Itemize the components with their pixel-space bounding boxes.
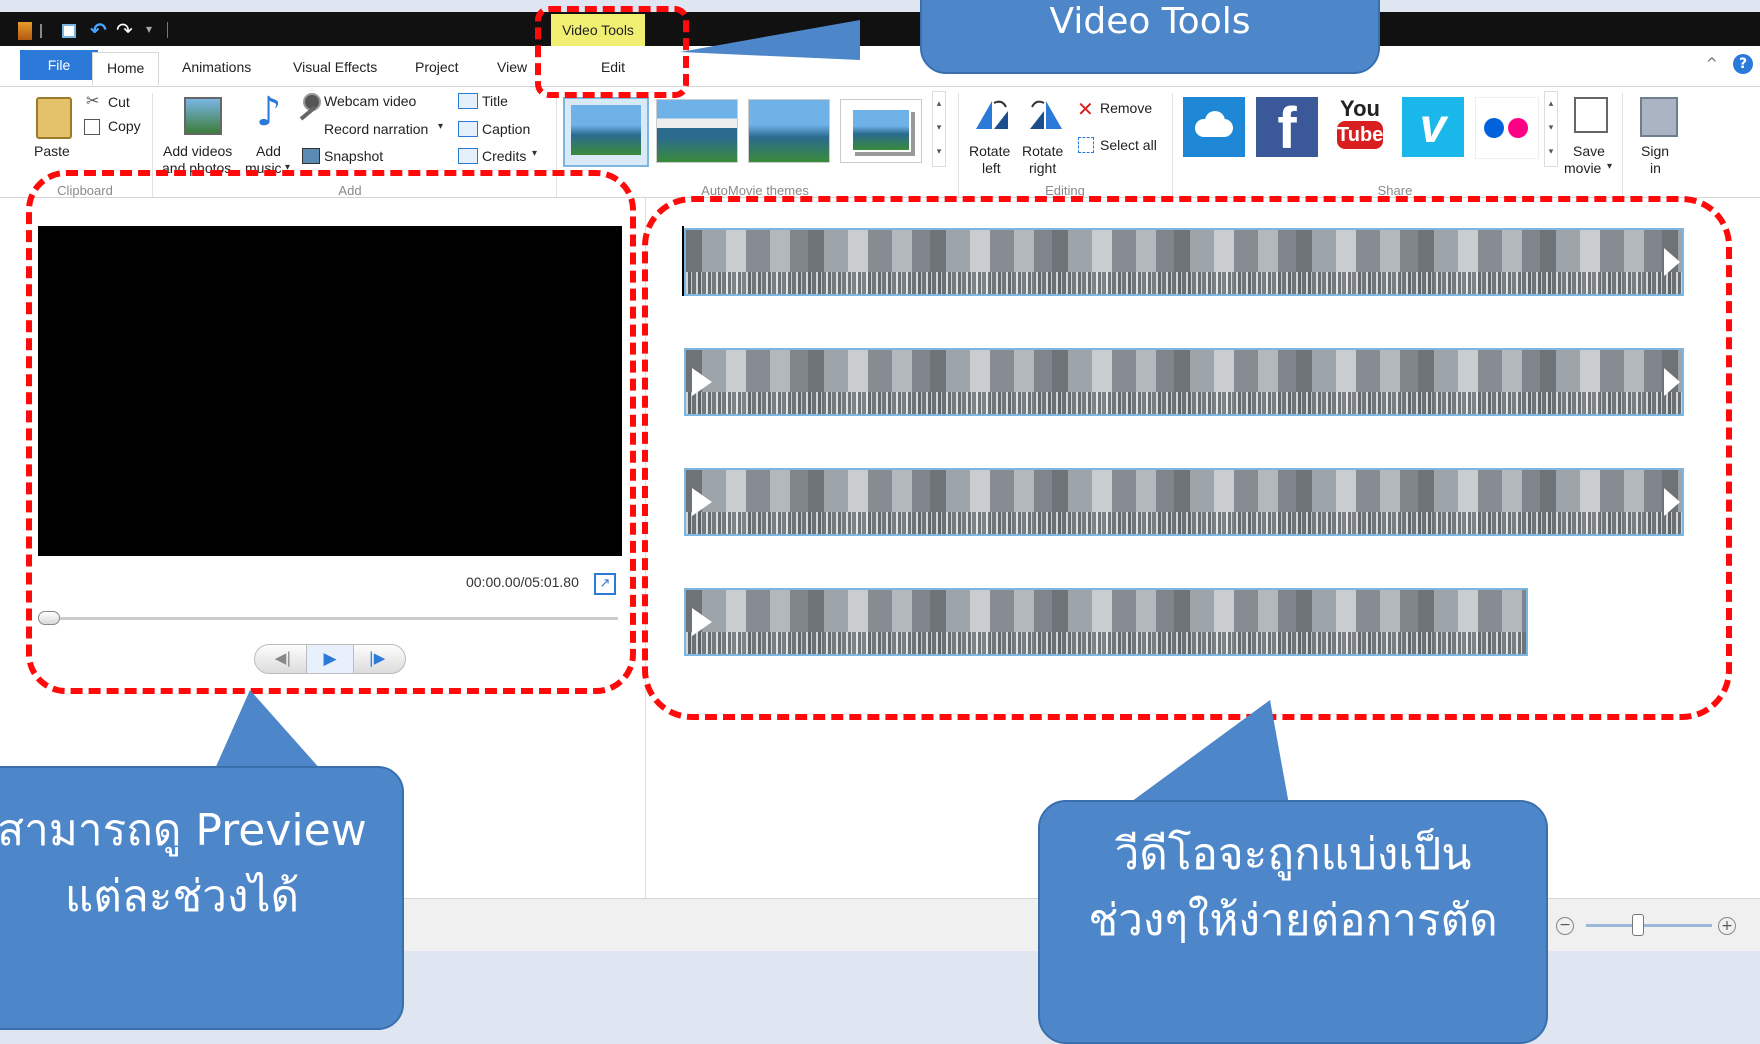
clip-start-marker <box>692 488 712 516</box>
clip-end-marker <box>1664 248 1680 276</box>
callout-left: สามารถดู Preview แต่ละช่วงได้ <box>0 766 404 1030</box>
callout-left-line2: แต่ละช่วงได้ <box>64 871 300 922</box>
callout-right-line1: วีดีโอจะถูกแบ่งเป็น <box>1114 829 1472 880</box>
clip-start-marker <box>692 368 712 396</box>
clip-end-marker <box>1664 488 1680 516</box>
callout-right-line2: ช่วงๆให้ง่ายต่อการตัด <box>1088 895 1498 946</box>
clip-end-marker <box>1664 368 1680 396</box>
callout-right: วีดีโอจะถูกแบ่งเป็น ช่วงๆให้ง่ายต่อการตั… <box>1038 800 1548 1044</box>
callout-top-text: Video Tools <box>1049 1 1251 42</box>
callout-top: Video Tools <box>920 0 1380 74</box>
callout-left-line1: สามารถดู Preview <box>0 805 367 856</box>
clip-start-marker <box>692 608 712 636</box>
